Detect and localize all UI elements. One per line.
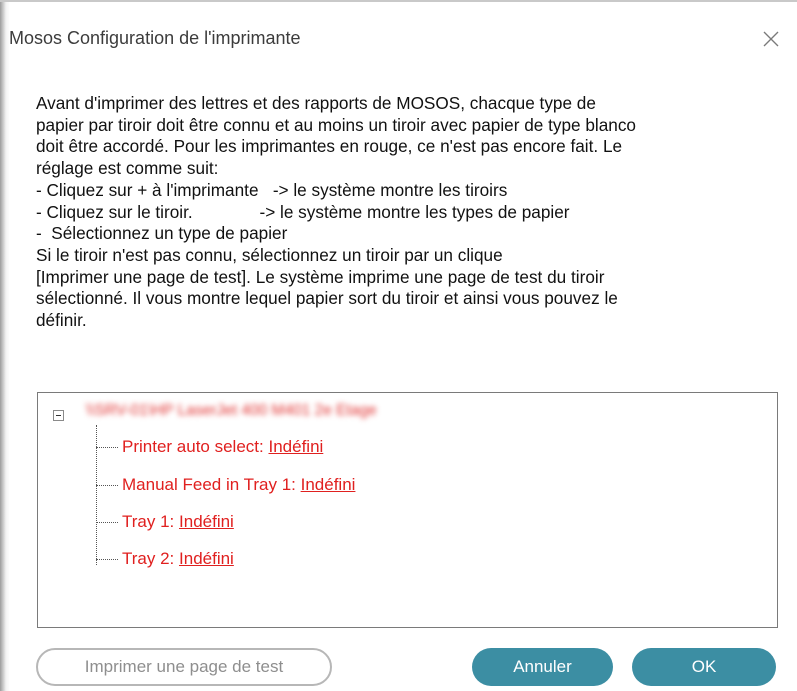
tree-connector — [96, 522, 118, 524]
tray-name: Tray 2: — [122, 549, 175, 568]
close-button[interactable] — [752, 20, 788, 56]
tray-name: Tray 1: — [122, 512, 175, 531]
window-frame-top — [0, 0, 797, 2]
tray-name: Manual Feed in Tray 1: — [122, 475, 296, 494]
dialog-title: Mosos Configuration de l'imprimante — [9, 28, 301, 48]
instruction-line: réglage est comme suit: — [36, 158, 219, 179]
tray-node[interactable]: Manual Feed in Tray 1: Indéfini — [96, 475, 355, 499]
tree-connector — [96, 559, 118, 561]
instructions-text: Avant d'imprimer des lettres et des rapp… — [36, 93, 776, 332]
window-frame-left — [0, 0, 10, 691]
tree-connector — [96, 447, 118, 449]
paper-type-link[interactable]: Indéfini — [179, 512, 234, 531]
paper-type-link[interactable]: Indéfini — [179, 549, 234, 568]
tray-name: Printer auto select: — [122, 437, 264, 456]
instruction-line: papier par tiroir doit être connu et au … — [36, 114, 636, 135]
tray-node[interactable]: Printer auto select: Indéfini — [96, 437, 323, 461]
tree-connector — [96, 485, 118, 487]
instruction-line: doit être accordé. Pour les imprimantes … — [36, 136, 623, 157]
tray-node[interactable]: Tray 1: Indéfini — [96, 512, 234, 536]
close-icon — [763, 31, 779, 47]
instruction-line: [Imprimer une page de test]. Le système … — [36, 266, 605, 287]
minus-box-icon[interactable] — [53, 410, 64, 421]
ok-button[interactable]: OK — [632, 648, 776, 686]
instruction-line: Avant d'imprimer des lettres et des rapp… — [36, 93, 596, 113]
paper-type-link[interactable]: Indéfini — [301, 475, 356, 494]
instruction-line: définir. — [36, 310, 87, 331]
paper-type-link[interactable]: Indéfini — [268, 437, 323, 456]
instruction-line: - Cliquez sur + à l'imprimante -> le sys… — [36, 179, 508, 200]
printer-node-label[interactable]: \\SRV-01\HP LaserJet 400 M401 2e Etage — [86, 402, 377, 420]
tray-node[interactable]: Tray 2: Indéfini — [96, 549, 234, 573]
printer-tree[interactable]: \\SRV-01\HP LaserJet 400 M401 2e Etage P… — [37, 392, 778, 628]
cancel-button[interactable]: Annuler — [472, 648, 613, 686]
instruction-line: - Sélectionnez un type de papier — [36, 223, 288, 244]
instruction-line: - Cliquez sur le tiroir. -> le système m… — [36, 201, 570, 222]
instruction-line: sélectionné. Il vous montre lequel papie… — [36, 288, 618, 309]
print-test-page-button[interactable]: Imprimer une page de test — [36, 648, 332, 686]
instruction-line: Si le tiroir n'est pas connu, sélectionn… — [36, 244, 503, 265]
